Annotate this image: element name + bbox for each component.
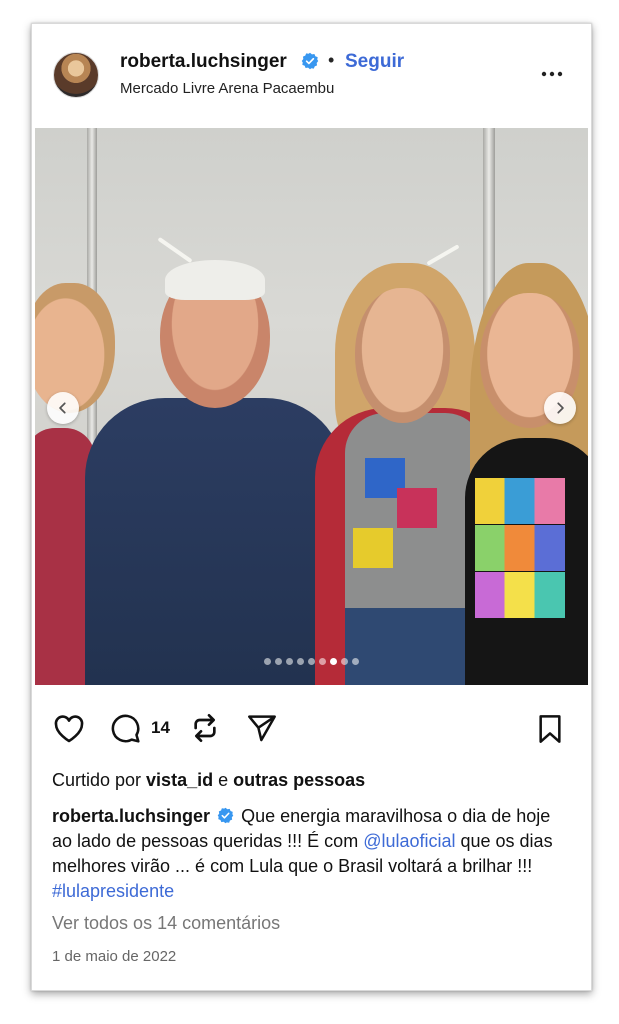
- likes-middle: e: [213, 770, 234, 790]
- carousel-dot: [341, 658, 348, 665]
- carousel-dot: [319, 658, 326, 665]
- post-date: 1 de maio de 2022: [52, 948, 177, 965]
- carousel-dot: [275, 658, 282, 665]
- heart-icon[interactable]: [52, 713, 86, 743]
- liker-username[interactable]: vista_id: [146, 770, 213, 790]
- likes-summary: Curtido por vista_id e outras pessoas: [52, 770, 365, 791]
- carousel-dot: [352, 658, 359, 665]
- chevron-left-icon: [59, 402, 66, 414]
- post-header: roberta.luchsinger • Seguir Mercado Livr…: [32, 24, 591, 124]
- follow-button[interactable]: Seguir: [345, 51, 404, 73]
- shirt-pop-art-print: [475, 478, 565, 618]
- post-caption: roberta.luchsinger Que energia maravilho…: [52, 804, 572, 904]
- verified-badge-icon: [217, 807, 234, 824]
- more-dots-icon[interactable]: [540, 62, 564, 86]
- next-image-button[interactable]: [544, 392, 576, 424]
- comment-bubble-icon[interactable]: [108, 712, 142, 744]
- carousel-dot: [286, 658, 293, 665]
- post-card: roberta.luchsinger • Seguir Mercado Livr…: [31, 23, 592, 991]
- person-left-head: [35, 283, 115, 413]
- paper-plane-icon[interactable]: [245, 712, 279, 744]
- verified-badge-icon: [301, 52, 319, 70]
- shirt-print-block: [397, 488, 437, 528]
- repost-icon[interactable]: [189, 712, 221, 744]
- person-center-left-body: [85, 398, 345, 685]
- carousel-dot: [297, 658, 304, 665]
- post-username[interactable]: roberta.luchsinger: [120, 51, 287, 73]
- person-center-right-head: [355, 288, 450, 423]
- shirt-print-block: [353, 528, 393, 568]
- bookmark-icon[interactable]: [536, 713, 564, 745]
- previous-image-button[interactable]: [47, 392, 79, 424]
- likes-others-link[interactable]: outras pessoas: [233, 770, 365, 790]
- separator-dot: •: [328, 50, 335, 70]
- ceiling-light: [426, 244, 460, 266]
- post-photo[interactable]: [35, 128, 588, 685]
- caption-hashtag-link[interactable]: #lulapresidente: [52, 881, 174, 901]
- carousel-dot: [308, 658, 315, 665]
- view-all-comments-link[interactable]: Ver todos os 14 comentários: [52, 913, 280, 934]
- person-center-right-jeans: [345, 608, 465, 685]
- avatar[interactable]: [53, 52, 99, 98]
- caption-username[interactable]: roberta.luchsinger: [52, 806, 210, 826]
- carousel-indicator: [35, 658, 588, 665]
- carousel-dot: [330, 658, 337, 665]
- comment-count: 14: [151, 718, 170, 737]
- chevron-right-icon: [557, 402, 564, 414]
- person-center-left-hair: [165, 260, 265, 300]
- ceiling-light: [157, 236, 193, 264]
- carousel-dot: [264, 658, 271, 665]
- likes-prefix: Curtido por: [52, 770, 147, 790]
- post-location[interactable]: Mercado Livre Arena Pacaembu: [120, 80, 334, 97]
- caption-mention-link[interactable]: @lulaoficial: [363, 831, 455, 851]
